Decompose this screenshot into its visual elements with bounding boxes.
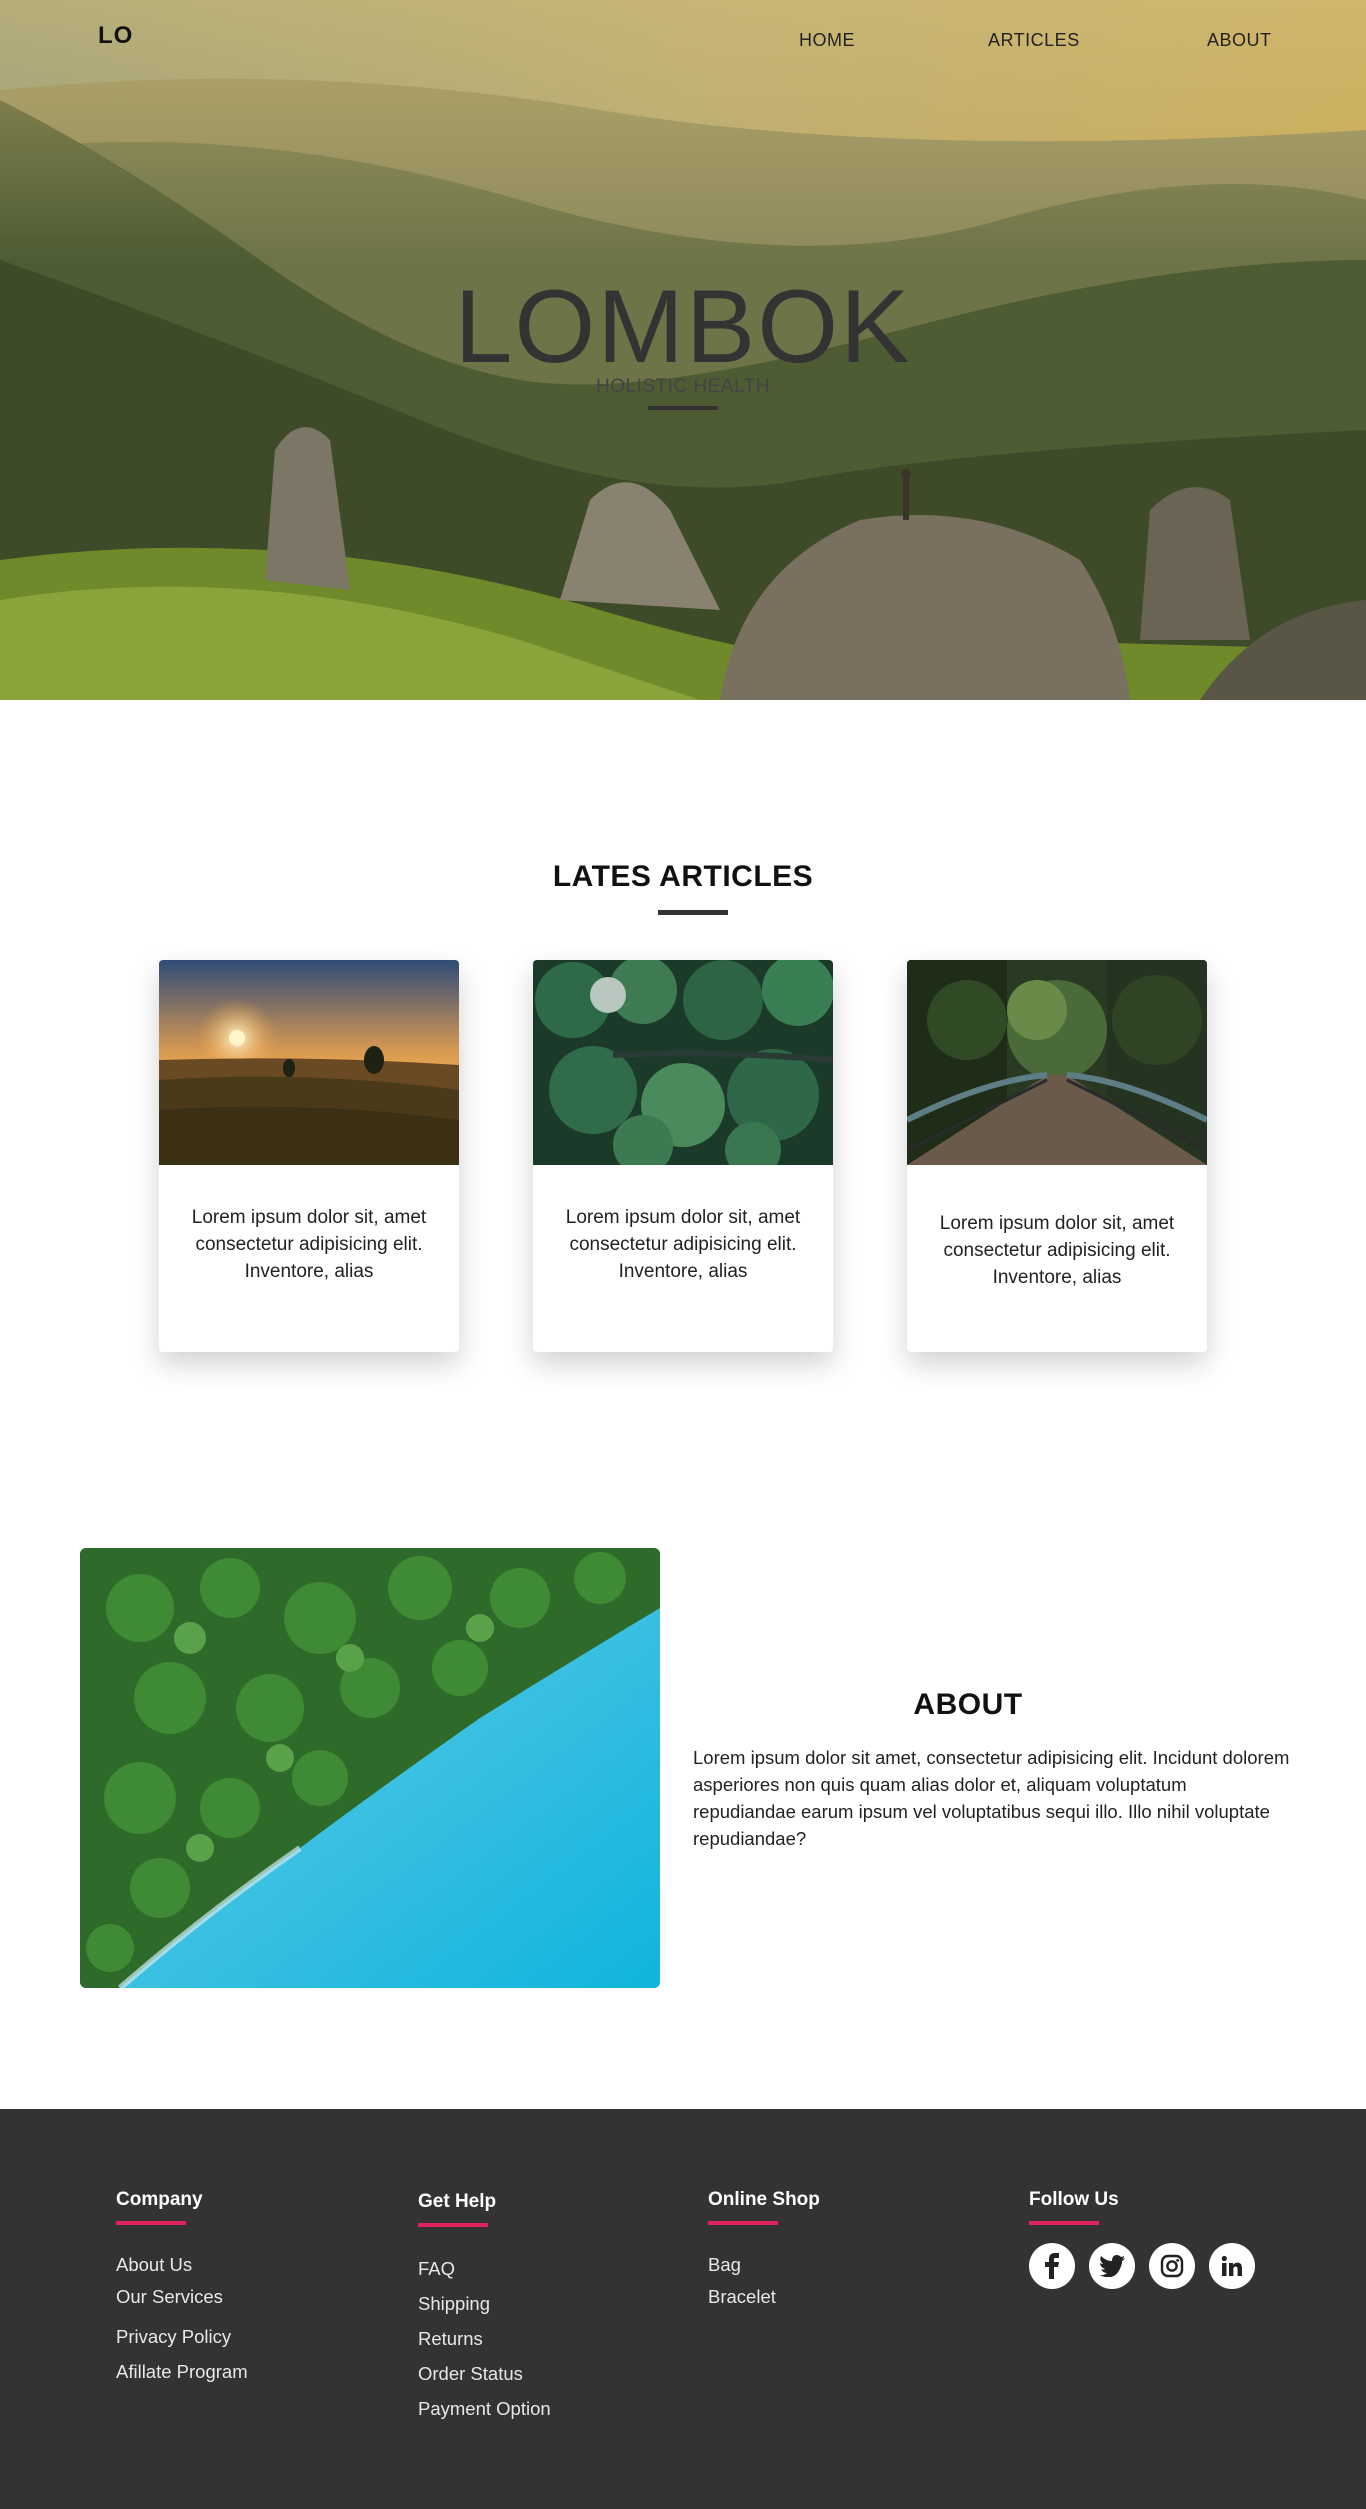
about-text: Lorem ipsum dolor sit amet, consectetur …	[693, 1747, 1290, 1849]
footer-link-privacy-policy[interactable]: Privacy Policy	[116, 2319, 248, 2354]
footer-help-column: Get Help FAQ Shipping Returns Order Stat…	[418, 2191, 551, 2426]
about-image	[80, 1548, 660, 1988]
footer-link-returns[interactable]: Returns	[418, 2321, 551, 2356]
footer-link-affiliate-program[interactable]: Afillate Program	[116, 2354, 248, 2389]
footer-link-shipping[interactable]: Shipping	[418, 2286, 551, 2321]
footer-link-our-services[interactable]: Our Services	[116, 2281, 248, 2313]
forest-aerial-image	[533, 960, 833, 1165]
footer-help-title: Get Help	[418, 2191, 497, 2212]
main-nav: HOME ARTICLES ABOUT	[0, 30, 1366, 54]
footer-accent-bar	[708, 2221, 778, 2225]
forest-lake-aerial-image	[80, 1548, 660, 1988]
footer-shop-column: Online Shop Bag Bracelet	[708, 2189, 820, 2313]
articles-title: LATES ARTICLES	[552, 860, 814, 893]
article-card-text: Lorem ipsum dolor sit, amet consectetur …	[191, 1207, 427, 1282]
footer-accent-bar	[116, 2221, 186, 2225]
social-links	[1029, 2243, 1255, 2289]
footer-follow-column: Follow Us	[1029, 2189, 1255, 2289]
hero-section: LO HOME ARTICLES ABOUT LOMBOK HOLISTIC H…	[0, 0, 1366, 700]
article-card[interactable]: Lorem ipsum dolor sit, amet consectetur …	[533, 960, 833, 1352]
articles-divider	[658, 910, 728, 915]
footer-link-about-us[interactable]: About Us	[116, 2249, 248, 2281]
footer-link-bag[interactable]: Bag	[708, 2249, 820, 2281]
hero-title: LOMBOK	[454, 269, 912, 385]
forest-bridge-image	[907, 960, 1207, 1165]
instagram-icon[interactable]	[1149, 2243, 1195, 2289]
footer-link-order-status[interactable]: Order Status	[418, 2356, 551, 2391]
hero-divider	[648, 406, 718, 410]
footer-link-payment-option[interactable]: Payment Option	[418, 2391, 551, 2426]
article-card-text: Lorem ipsum dolor sit, amet consectetur …	[939, 1213, 1175, 1288]
footer-accent-bar	[1029, 2221, 1099, 2225]
footer-accent-bar	[418, 2223, 488, 2227]
hero-subtitle: HOLISTIC HEALTH	[596, 376, 770, 397]
article-card[interactable]: Lorem ipsum dolor sit, amet consectetur …	[907, 960, 1207, 1352]
footer-shop-title: Online Shop	[708, 2189, 820, 2210]
twitter-icon[interactable]	[1089, 2243, 1135, 2289]
footer-company-column: Company About Us Our Services Privacy Po…	[116, 2189, 248, 2389]
nav-about[interactable]: ABOUT	[1207, 30, 1272, 51]
facebook-icon[interactable]	[1029, 2243, 1075, 2289]
linkedin-icon[interactable]	[1209, 2243, 1255, 2289]
article-card-text: Lorem ipsum dolor sit, amet consectetur …	[565, 1207, 801, 1282]
footer-follow-title: Follow Us	[1029, 2189, 1119, 2210]
nav-home[interactable]: HOME	[799, 30, 855, 51]
nav-articles[interactable]: ARTICLES	[988, 30, 1080, 51]
footer-company-title: Company	[116, 2189, 203, 2210]
footer-link-faq[interactable]: FAQ	[418, 2251, 551, 2286]
footer-link-bracelet[interactable]: Bracelet	[708, 2281, 820, 2313]
sunset-field-image	[159, 960, 459, 1165]
site-footer: Company About Us Our Services Privacy Po…	[0, 2109, 1366, 2509]
about-title: ABOUT	[913, 1688, 1023, 1721]
article-card[interactable]: Lorem ipsum dolor sit, amet consectetur …	[159, 960, 459, 1352]
